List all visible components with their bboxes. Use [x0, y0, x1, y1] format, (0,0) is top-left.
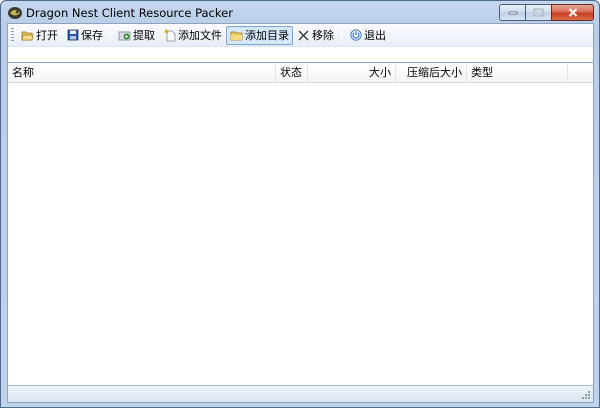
add-file-icon [163, 29, 176, 42]
close-button[interactable] [551, 4, 594, 21]
column-header-status[interactable]: 状态 [276, 64, 308, 83]
remove-label: 移除 [312, 29, 334, 42]
extract-button[interactable]: 提取 [114, 26, 159, 45]
add-file-label: 添加文件 [178, 29, 222, 42]
remove-button[interactable]: 移除 [293, 26, 338, 45]
column-header-name[interactable]: 名称 [8, 64, 276, 83]
file-list[interactable]: 名称 状态 大小 压缩后大小 类型 [8, 64, 593, 385]
app-window: Dragon Nest Client Resource Packer 打开 保存… [0, 0, 600, 408]
add-folder-button[interactable]: 添加目录 [226, 25, 293, 45]
extract-label: 提取 [133, 29, 155, 42]
window-title: Dragon Nest Client Resource Packer [26, 6, 233, 20]
column-header-size[interactable]: 大小 [308, 64, 396, 83]
column-header-compressed-size[interactable]: 压缩后大小 [396, 64, 467, 83]
toolbar-separator [110, 27, 111, 43]
path-bar[interactable] [8, 46, 593, 63]
maximize-icon [533, 8, 544, 17]
list-header: 名称 状态 大小 压缩后大小 类型 [8, 64, 593, 83]
open-button[interactable]: 打开 [17, 26, 62, 45]
exit-button[interactable]: 退出 [345, 26, 390, 45]
save-label: 保存 [81, 29, 103, 42]
add-folder-icon [230, 29, 243, 42]
toolbar-grip[interactable] [11, 28, 14, 42]
add-file-button[interactable]: 添加文件 [159, 26, 226, 45]
add-folder-label: 添加目录 [245, 29, 289, 42]
resize-grip-icon[interactable] [580, 389, 591, 400]
list-body[interactable] [8, 83, 593, 385]
client-area: 打开 保存 提取 添加文件 添加目录 移除 退出 名称 状态 大小 压缩后大小 … [7, 23, 594, 403]
save-disk-icon [66, 29, 79, 42]
open-label: 打开 [36, 29, 58, 42]
close-icon [568, 8, 577, 17]
minimize-button[interactable] [499, 4, 525, 21]
toolbar: 打开 保存 提取 添加文件 添加目录 移除 退出 [8, 24, 593, 46]
remove-x-icon [297, 29, 310, 42]
window-controls [499, 4, 594, 21]
save-button[interactable]: 保存 [62, 26, 107, 45]
exit-label: 退出 [364, 29, 386, 42]
column-header-type[interactable]: 类型 [467, 64, 568, 83]
column-header-filler [568, 64, 593, 83]
dragon-app-icon [7, 6, 23, 20]
status-bar [8, 385, 593, 402]
toolbar-separator [341, 27, 342, 43]
power-exit-icon [349, 29, 362, 42]
maximize-button[interactable] [525, 4, 551, 21]
minimize-icon [508, 11, 517, 14]
extract-icon [118, 29, 131, 42]
open-folder-icon [21, 29, 34, 42]
title-bar[interactable]: Dragon Nest Client Resource Packer [1, 1, 599, 25]
